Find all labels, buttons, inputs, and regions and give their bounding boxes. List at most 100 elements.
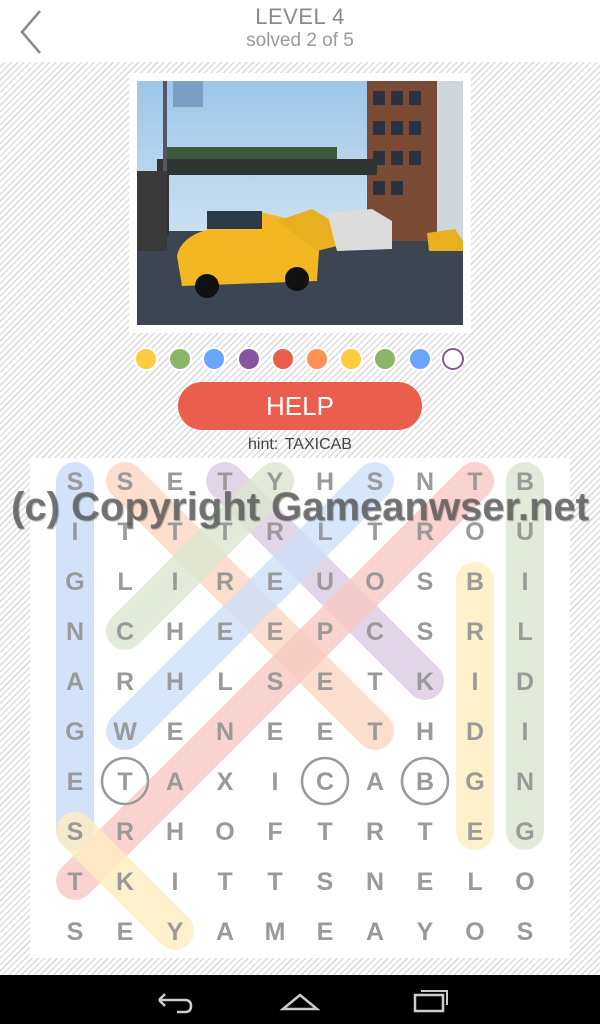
grid-letter[interactable]: D — [516, 668, 534, 696]
grid-letter[interactable]: H — [166, 668, 184, 696]
grid-letter[interactable]: S — [417, 618, 434, 646]
nav-back-icon[interactable] — [147, 985, 197, 1015]
grid-letter[interactable]: T — [217, 868, 232, 896]
grid-letter[interactable]: O — [465, 918, 484, 946]
grid-letter[interactable]: L — [117, 568, 132, 596]
grid-letter[interactable]: E — [67, 768, 84, 796]
grid-letter[interactable]: O — [365, 568, 384, 596]
grid-letter[interactable]: E — [317, 668, 334, 696]
grid-letter[interactable]: R — [216, 568, 234, 596]
grid-letter[interactable]: I — [522, 718, 529, 746]
grid-letter[interactable]: S — [517, 918, 534, 946]
grid-letter[interactable]: D — [466, 718, 484, 746]
grid-letter[interactable]: E — [217, 618, 234, 646]
grid-letter[interactable]: A — [216, 918, 234, 946]
grid-letter[interactable]: S — [67, 818, 84, 846]
grid-letter[interactable]: A — [366, 918, 384, 946]
grid-letter[interactable]: W — [113, 718, 137, 746]
grid-letter[interactable]: G — [65, 718, 84, 746]
grid-letter[interactable]: N — [416, 468, 434, 496]
grid-letter[interactable]: T — [417, 818, 432, 846]
grid-letter[interactable]: I — [272, 768, 279, 796]
grid-letter[interactable]: T — [267, 868, 282, 896]
grid-letter[interactable]: R — [416, 518, 434, 546]
grid-letter[interactable]: T — [367, 668, 382, 696]
grid-letter[interactable]: O — [215, 818, 234, 846]
grid-letter[interactable]: U — [316, 568, 334, 596]
grid-letter[interactable]: S — [267, 668, 284, 696]
grid-letter[interactable]: B — [466, 568, 484, 596]
grid-letter[interactable]: S — [417, 568, 434, 596]
grid-letter[interactable]: E — [467, 818, 484, 846]
grid-letter[interactable]: T — [317, 818, 332, 846]
grid-letter[interactable]: T — [117, 768, 132, 796]
grid-letter[interactable]: I — [72, 518, 79, 546]
grid-letter[interactable]: E — [417, 868, 434, 896]
grid-letter[interactable]: C — [366, 618, 384, 646]
grid-letter[interactable]: A — [66, 668, 84, 696]
grid-letter[interactable]: O — [465, 518, 484, 546]
grid-letter[interactable]: T — [67, 868, 82, 896]
nav-home-icon[interactable] — [275, 985, 325, 1015]
grid-letter[interactable]: Y — [417, 918, 434, 946]
grid-letter[interactable]: N — [66, 618, 84, 646]
grid-letter[interactable]: T — [217, 518, 232, 546]
grid-letter[interactable]: E — [317, 718, 334, 746]
grid-letter[interactable]: I — [172, 568, 179, 596]
grid-letter[interactable]: E — [167, 718, 184, 746]
grid-letter[interactable]: U — [516, 518, 534, 546]
grid-letter[interactable]: E — [267, 568, 284, 596]
grid-letter[interactable]: L — [317, 518, 332, 546]
grid-letter[interactable]: H — [166, 818, 184, 846]
grid-canvas[interactable]: S S E T Y H S N T BI T T T R L T R O UG L I R E U O S B IN C H E E P C S R L… — [30, 458, 570, 958]
help-button[interactable]: HELP — [178, 382, 422, 430]
grid-letter[interactable]: N — [516, 768, 534, 796]
grid-letter[interactable]: P — [317, 618, 334, 646]
grid-letter[interactable]: C — [116, 618, 134, 646]
grid-letter[interactable]: S — [317, 868, 334, 896]
grid-letter[interactable]: K — [416, 668, 434, 696]
grid-letter[interactable]: B — [416, 768, 434, 796]
grid-letter[interactable]: S — [367, 468, 384, 496]
grid-letter[interactable]: Y — [267, 468, 284, 496]
grid-letter[interactable]: T — [117, 518, 132, 546]
grid-letter[interactable]: K — [116, 868, 134, 896]
grid-letter[interactable]: L — [467, 868, 482, 896]
grid-letter[interactable]: G — [465, 768, 484, 796]
grid-letter[interactable]: C — [316, 768, 334, 796]
grid-letter[interactable]: L — [217, 668, 232, 696]
grid-letter[interactable]: I — [172, 868, 179, 896]
grid-letter[interactable]: Y — [167, 918, 184, 946]
grid-letter[interactable]: O — [515, 868, 534, 896]
grid-letter[interactable]: I — [472, 668, 479, 696]
grid-letter[interactable]: F — [267, 818, 282, 846]
word-search-grid[interactable]: SSETYHSNTBITTTRLTROUGLIREUOSBINCHEEPCSRL… — [30, 458, 570, 958]
grid-letter[interactable]: E — [167, 468, 184, 496]
grid-letter[interactable]: E — [117, 918, 134, 946]
grid-letter[interactable]: G — [65, 568, 84, 596]
grid-letter[interactable]: I — [522, 568, 529, 596]
grid-letter[interactable]: T — [167, 518, 182, 546]
grid-letter[interactable]: G — [515, 818, 534, 846]
grid-letter[interactable]: X — [217, 768, 234, 796]
grid-letter[interactable]: N — [366, 868, 384, 896]
grid-letter[interactable]: N — [216, 718, 234, 746]
grid-letter[interactable]: T — [367, 518, 382, 546]
grid-letter[interactable]: T — [367, 718, 382, 746]
grid-letter[interactable]: T — [467, 468, 482, 496]
grid-letter[interactable]: H — [316, 468, 334, 496]
grid-letter[interactable]: S — [67, 918, 84, 946]
grid-letter[interactable]: A — [166, 768, 184, 796]
grid-letter[interactable]: H — [166, 618, 184, 646]
grid-letter[interactable]: S — [67, 468, 84, 496]
grid-letter[interactable]: L — [517, 618, 532, 646]
grid-letter[interactable]: R — [116, 668, 134, 696]
grid-letter[interactable]: S — [117, 468, 134, 496]
grid-letter[interactable]: R — [116, 818, 134, 846]
grid-letter[interactable]: E — [317, 918, 334, 946]
grid-letter[interactable]: M — [265, 918, 286, 946]
grid-letter[interactable]: E — [267, 718, 284, 746]
grid-letter[interactable]: B — [516, 468, 534, 496]
grid-letter[interactable]: R — [266, 518, 284, 546]
grid-letter[interactable]: R — [366, 818, 384, 846]
